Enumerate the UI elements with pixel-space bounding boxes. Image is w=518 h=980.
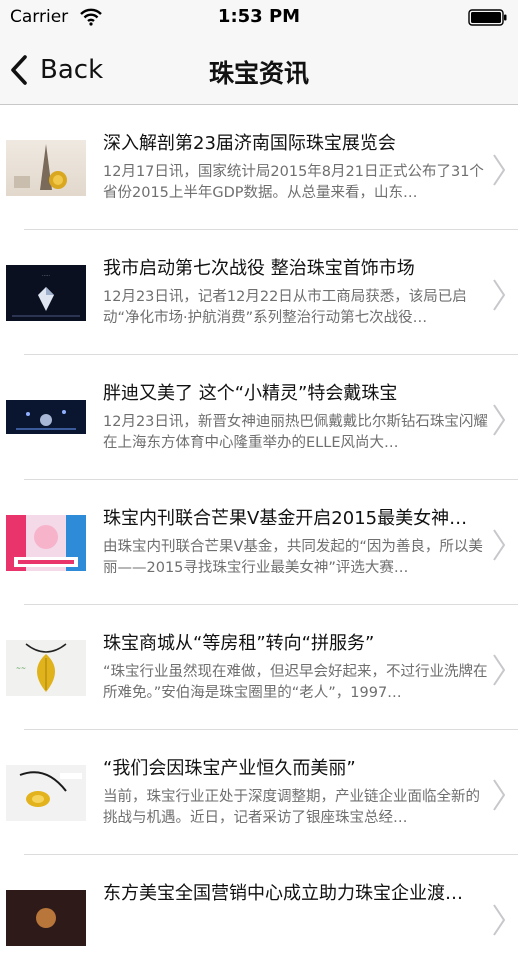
news-title: 东方美宝全国营销中心成立助力珠宝企业渡… <box>103 883 463 904</box>
news-item[interactable]: 胖迪又美了 这个“小精灵”特会戴珠宝 12月23日讯，新晋女神迪丽热巴佩戴戴比尔… <box>0 355 518 480</box>
news-summary: 由珠宝内刊联合芒果V基金，共同发起的“因为善良，所以美丽——2015寻找珠宝行业… <box>103 539 483 576</box>
news-title: 我市启动第七次战役 整治珠宝首饰市场 <box>103 258 415 279</box>
news-thumbnail <box>6 390 86 446</box>
news-summary: 12月23日讯，新晋女神迪丽热巴佩戴戴比尔斯钻石珠宝闪耀在上海东方体育中心隆重举… <box>103 414 488 451</box>
news-item[interactable]: “我们会因珠宝产业恒久而美丽” 当前，珠宝行业正处于深度调整期，产业链企业面临全… <box>0 730 518 855</box>
svg-text:·····: ····· <box>42 273 50 279</box>
news-thumbnail <box>6 765 86 821</box>
chevron-right-icon <box>492 528 506 566</box>
news-summary: 12月17日讯，国家统计局2015年8月21日正式公布了31个省份2015上半年… <box>103 164 484 201</box>
news-title: “我们会因珠宝产业恒久而美丽” <box>103 758 356 779</box>
battery-icon <box>468 9 508 26</box>
chevron-right-icon <box>492 653 506 691</box>
page-title: 珠宝资讯 <box>208 59 309 88</box>
status-bar: Carrier 1:53 PM <box>0 0 518 36</box>
news-summary: 当前，珠宝行业正处于深度调整期，产业链企业面临全新的挑战与机遇。近日，记者采访了… <box>103 789 480 826</box>
status-time: 1:53 PM <box>217 6 301 27</box>
news-summary: “珠宝行业虽然现在难做，但迟早会好起来，不过行业洗牌在所难免。”安伯海是珠宝圈里… <box>103 664 488 701</box>
news-title: 珠宝商城从“等房租”转向“拼服务” <box>103 633 375 654</box>
news-title: 胖迪又美了 这个“小精灵”特会戴珠宝 <box>103 383 398 404</box>
news-item[interactable]: ~~ 珠宝商城从“等房租”转向“拼服务” “珠宝行业虽然现在难做，但迟早会好起来… <box>0 605 518 730</box>
news-item[interactable]: 深入解剖第23届济南国际珠宝展览会 12月17日讯，国家统计局2015年8月21… <box>0 105 518 230</box>
news-summary: 12月23日讯，记者12月22日从市工商局获悉，该局已启动“净化市场·护航消费”… <box>103 289 467 326</box>
news-thumbnail: ····· <box>6 265 86 321</box>
news-list: 深入解剖第23届济南国际珠宝展览会 12月17日讯，国家统计局2015年8月21… <box>0 105 518 980</box>
news-title: 珠宝内刊联合芒果V基金开启2015最美女神… <box>103 508 468 529</box>
navigation-bar: Back 珠宝资讯 <box>0 36 518 105</box>
chevron-right-icon <box>492 403 506 441</box>
news-item[interactable]: ····· 我市启动第七次战役 整治珠宝首饰市场 12月23日讯，记者12月22… <box>0 230 518 355</box>
news-item[interactable]: 珠宝内刊联合芒果V基金开启2015最美女神… 由珠宝内刊联合芒果V基金，共同发起… <box>0 480 518 605</box>
news-thumbnail <box>6 140 86 196</box>
news-thumbnail <box>6 515 86 571</box>
news-item[interactable]: 东方美宝全国营销中心成立助力珠宝企业渡… <box>0 855 518 980</box>
news-title: 深入解剖第23届济南国际珠宝展览会 <box>103 133 396 154</box>
svg-text:~~: ~~ <box>16 665 26 672</box>
chevron-right-icon <box>492 153 506 191</box>
chevron-right-icon <box>492 278 506 316</box>
chevron-right-icon <box>492 778 506 816</box>
chevron-right-icon <box>492 903 506 941</box>
news-thumbnail <box>6 890 86 946</box>
news-thumbnail: ~~ <box>6 640 86 696</box>
